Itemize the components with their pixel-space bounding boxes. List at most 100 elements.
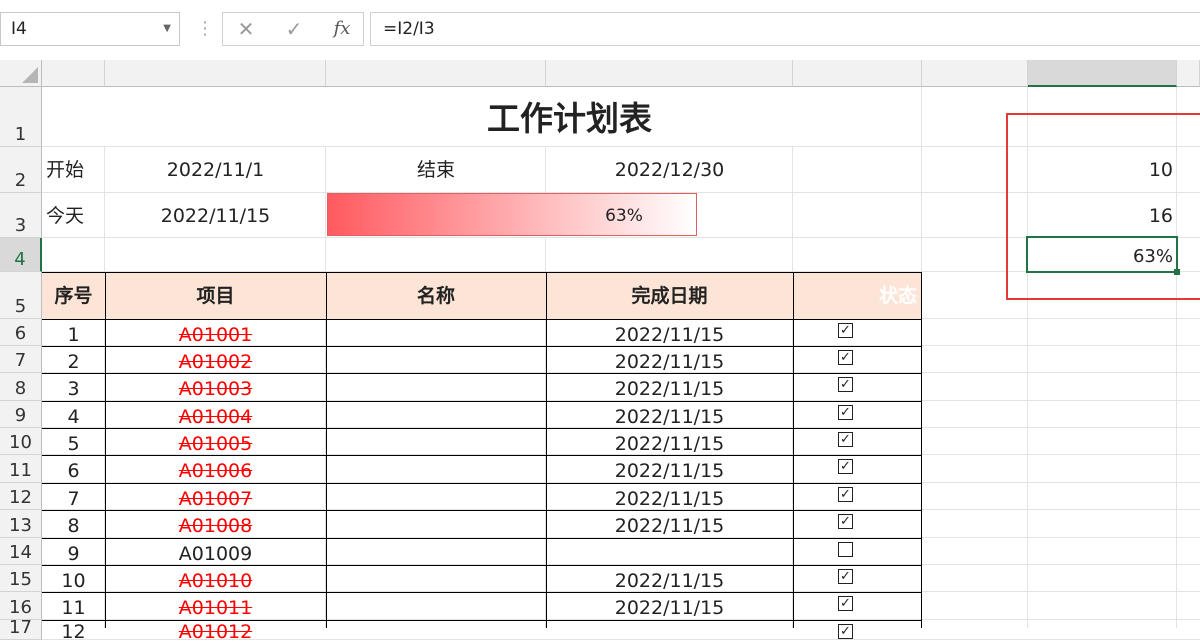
row-header-label: 2 bbox=[14, 170, 27, 191]
row-header[interactable]: 12 bbox=[0, 483, 42, 510]
table-header-0: 序号 bbox=[54, 285, 93, 307]
column-header-h[interactable] bbox=[922, 60, 1028, 87]
column-header-d[interactable] bbox=[546, 60, 793, 87]
column-header-e[interactable] bbox=[793, 60, 922, 87]
sheet-title: 工作计划表 bbox=[487, 99, 652, 138]
row-header[interactable]: 9 bbox=[0, 401, 42, 428]
row-header-label: 5 bbox=[14, 296, 27, 317]
status-checkbox[interactable] bbox=[838, 542, 853, 557]
table-border bbox=[42, 510, 922, 511]
table-border bbox=[42, 428, 922, 429]
row-header[interactable]: 15 bbox=[0, 565, 42, 592]
row-header[interactable]: 1 bbox=[0, 87, 42, 147]
table-row-item: A01008 bbox=[178, 515, 253, 537]
row-header-label: 4 bbox=[14, 249, 26, 270]
row-header[interactable]: 4 bbox=[0, 238, 42, 272]
row-header-label: 16 bbox=[9, 597, 32, 618]
table-row-no: 1 bbox=[67, 324, 80, 346]
table-border bbox=[42, 346, 922, 347]
table-row-item: A01012 bbox=[178, 621, 253, 643]
end-date[interactable]: 2022/12/30 bbox=[546, 159, 793, 181]
table-row-no: 3 bbox=[67, 378, 80, 400]
status-checkbox[interactable]: ✓ bbox=[838, 459, 853, 474]
table-row-item: A01006 bbox=[178, 460, 253, 482]
end-label: 结束 bbox=[416, 159, 455, 181]
row-header[interactable]: 8 bbox=[0, 373, 42, 401]
status-checkbox[interactable]: ✓ bbox=[838, 596, 853, 611]
table-row-date: 2022/11/15 bbox=[614, 378, 725, 400]
row-header[interactable]: 3 bbox=[0, 193, 42, 238]
table-border bbox=[42, 565, 922, 566]
row-header[interactable]: 5 bbox=[0, 272, 42, 319]
table-row-item: A01010 bbox=[178, 570, 253, 592]
table-row-no: 4 bbox=[67, 406, 80, 428]
table-border bbox=[42, 620, 922, 621]
table-border bbox=[42, 319, 922, 320]
row-header[interactable]: 16 bbox=[0, 592, 42, 620]
row-header[interactable]: 7 bbox=[0, 346, 42, 373]
row-header-label: 13 bbox=[9, 515, 32, 536]
column-header-i[interactable] bbox=[1028, 60, 1177, 87]
table-row-no: 2 bbox=[67, 351, 80, 373]
row-header[interactable]: 2 bbox=[0, 147, 42, 193]
row-header-label: 9 bbox=[14, 405, 27, 426]
column-header-blank bbox=[1177, 60, 1200, 87]
row-header[interactable]: 6 bbox=[0, 319, 42, 346]
row-header-label: 14 bbox=[9, 542, 32, 563]
table-header-3: 完成日期 bbox=[631, 285, 708, 307]
row-header-label: 6 bbox=[14, 323, 27, 344]
table-border bbox=[42, 538, 922, 539]
table-row-date: 2022/11/15 bbox=[614, 515, 725, 537]
row-header-label: 12 bbox=[9, 487, 32, 508]
table-row-item: A01007 bbox=[178, 488, 253, 510]
status-checkbox[interactable]: ✓ bbox=[838, 487, 853, 502]
row-header-label: 3 bbox=[14, 215, 27, 236]
table-row-no: 11 bbox=[61, 597, 86, 619]
row-header[interactable]: 14 bbox=[0, 538, 42, 565]
table-row-item: A01004 bbox=[178, 406, 253, 428]
table-border bbox=[42, 272, 922, 273]
status-checkbox[interactable]: ✓ bbox=[838, 514, 853, 529]
row-header-label: 7 bbox=[14, 350, 27, 371]
status-checkbox[interactable]: ✓ bbox=[838, 405, 853, 420]
table-row-item: A01003 bbox=[178, 378, 253, 400]
row-header-label: 1 bbox=[14, 124, 27, 145]
table-row-date: 2022/11/15 bbox=[614, 406, 725, 428]
today-date[interactable]: 2022/11/15 bbox=[105, 205, 326, 227]
row-header[interactable]: 13 bbox=[0, 510, 42, 538]
table-row-date: 2022/11/15 bbox=[614, 351, 725, 373]
table-row-no: 8 bbox=[67, 515, 80, 537]
status-checkbox[interactable]: ✓ bbox=[838, 569, 853, 584]
start-date[interactable]: 2022/11/1 bbox=[105, 159, 326, 181]
row-header-label: 8 bbox=[14, 378, 27, 399]
table-border bbox=[42, 401, 922, 402]
start-label: 开始 bbox=[46, 159, 85, 181]
row-header-label: 10 bbox=[9, 432, 32, 453]
status-checkbox[interactable]: ✓ bbox=[838, 377, 853, 392]
row-header-label: 17 bbox=[9, 617, 32, 638]
status-checkbox[interactable]: ✓ bbox=[838, 350, 853, 365]
table-border bbox=[326, 272, 327, 628]
highlight-box bbox=[1006, 113, 1200, 300]
table-header-1: 项目 bbox=[196, 285, 235, 307]
row-header[interactable]: 11 bbox=[0, 455, 42, 483]
table-border bbox=[42, 373, 922, 374]
row-header[interactable]: 10 bbox=[0, 428, 42, 455]
column-header-c[interactable] bbox=[326, 60, 546, 87]
column-header-a[interactable] bbox=[42, 60, 105, 87]
status-checkbox[interactable]: ✓ bbox=[838, 624, 853, 639]
status-checkbox[interactable]: ✓ bbox=[838, 432, 853, 447]
table-row-item: A01005 bbox=[178, 433, 253, 455]
table-row-no: 6 bbox=[67, 460, 80, 482]
table-border bbox=[42, 455, 922, 456]
table-row-date: 2022/11/15 bbox=[614, 570, 725, 592]
table-row-no: 5 bbox=[67, 433, 80, 455]
table-border bbox=[921, 272, 922, 628]
table-border bbox=[793, 272, 794, 628]
select-all-corner[interactable] bbox=[0, 60, 42, 87]
row-header[interactable]: 17 bbox=[0, 617, 42, 640]
column-header-b[interactable] bbox=[105, 60, 326, 87]
row-header-label: 11 bbox=[9, 460, 32, 481]
table-header-4: 状态 bbox=[878, 285, 917, 307]
status-checkbox[interactable]: ✓ bbox=[838, 323, 853, 338]
